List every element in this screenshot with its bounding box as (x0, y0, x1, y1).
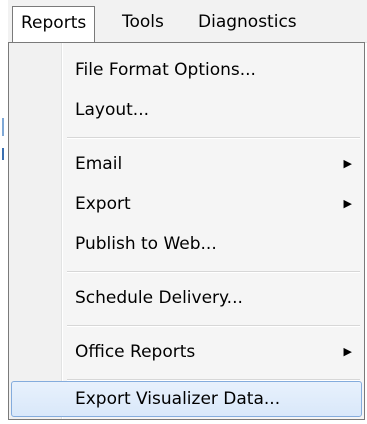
menu-bar: Reports Tools Diagnostics (8, 0, 367, 43)
screen: Reports Tools Diagnostics File Format Op… (0, 0, 367, 424)
menu-item-export-visualizer-data[interactable]: Export Visualizer Data... (11, 381, 362, 417)
submenu-arrow-icon: ▶ (343, 157, 352, 170)
menu-tools[interactable]: Tools (114, 6, 172, 40)
menu-item-label: File Format Options... (75, 60, 256, 80)
menu-separator (67, 271, 360, 273)
menu-item-label: Email (75, 154, 123, 174)
submenu-arrow-icon: ▶ (343, 197, 352, 210)
submenu-arrow-icon: ▶ (343, 345, 352, 358)
menu-item-label: Export Visualizer Data... (75, 389, 281, 409)
menu-diagnostics[interactable]: Diagnostics (190, 6, 305, 40)
background-window-mark (2, 148, 4, 160)
menu-item-export[interactable]: Export ▶ (11, 185, 362, 223)
menu-item-label: Export (75, 194, 131, 214)
menu-item-schedule-delivery[interactable]: Schedule Delivery... (11, 279, 362, 317)
menu-item-layout[interactable]: Layout... (11, 91, 362, 129)
menu-reports[interactable]: Reports (12, 6, 96, 43)
menu-item-label: Office Reports (75, 342, 196, 362)
menu-item-publish-to-web[interactable]: Publish to Web... (11, 225, 362, 263)
menu-item-email[interactable]: Email ▶ (11, 145, 362, 183)
background-window-edge (0, 0, 8, 424)
menu-item-file-format-options[interactable]: File Format Options... (11, 51, 362, 89)
menu-separator (67, 325, 360, 327)
background-window-mark (2, 118, 4, 136)
menu-item-label: Schedule Delivery... (75, 288, 243, 308)
menu-separator (67, 137, 360, 139)
reports-dropdown-menu: File Format Options... Layout... Email ▶… (8, 42, 365, 420)
menu-item-office-reports[interactable]: Office Reports ▶ (11, 333, 362, 371)
menu-item-label: Publish to Web... (75, 234, 217, 254)
menu-item-label: Layout... (75, 100, 150, 120)
